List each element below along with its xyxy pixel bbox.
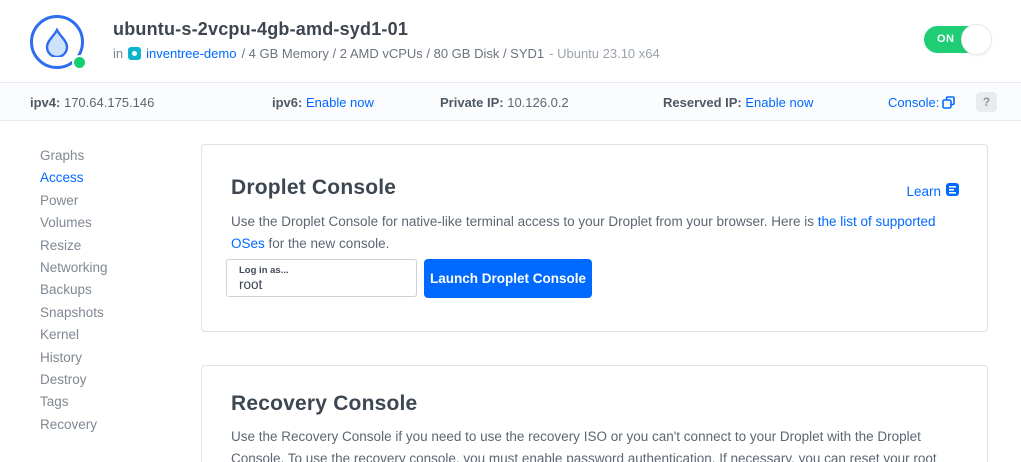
sidebar-item-graphs[interactable]: Graphs — [40, 148, 180, 170]
private-ip-value: 10.126.0.2 — [507, 95, 568, 110]
droplet-console-title: Droplet Console — [231, 176, 396, 200]
ipv4-label: ipv4: — [30, 95, 60, 110]
sidebar-item-snapshots[interactable]: Snapshots — [40, 305, 180, 327]
help-button[interactable]: ? — [976, 92, 997, 112]
sidebar-item-resize[interactable]: Resize — [40, 238, 180, 260]
login-as-input[interactable] — [239, 277, 404, 292]
open-window-icon — [942, 96, 955, 112]
ipv6-cell: ipv6: Enable now — [272, 95, 374, 110]
login-as-field-group[interactable]: Log in as... — [226, 259, 417, 297]
recovery-console-description: Use the Recovery Console if you need to … — [231, 426, 966, 462]
console-cell: Console: — [888, 95, 955, 112]
reserved-ip-enable-link[interactable]: Enable now — [745, 95, 813, 110]
droplet-console-card: Droplet Console Learn Use the Droplet Co… — [201, 144, 988, 332]
droplet-heading: ubuntu-s-2vcpu-4gb-amd-syd1-01 in invent… — [113, 19, 660, 61]
power-toggle-knob[interactable] — [961, 24, 992, 55]
power-toggle-label: ON — [937, 33, 955, 45]
droplet-avatar — [30, 15, 86, 71]
network-info-bar: ipv4: 170.64.175.146 ipv6: Enable now Pr… — [0, 82, 1021, 121]
sidebar-item-volumes[interactable]: Volumes — [40, 215, 180, 237]
learn-label: Learn — [906, 184, 941, 199]
droplet-detail-page: ubuntu-s-2vcpu-4gb-amd-syd1-01 in invent… — [0, 0, 1021, 462]
sidebar-item-destroy[interactable]: Destroy — [40, 372, 180, 394]
droplet-os: - Ubuntu 23.10 x64 — [549, 46, 660, 61]
ipv6-label: ipv6: — [272, 95, 302, 110]
recovery-console-card: Recovery Console Use the Recovery Consol… — [201, 365, 988, 462]
learn-link[interactable]: Learn — [906, 182, 960, 200]
sidebar-item-power[interactable]: Power — [40, 193, 180, 215]
launch-droplet-console-button[interactable]: Launch Droplet Console — [424, 259, 592, 298]
droplet-console-description: Use the Droplet Console for native-like … — [231, 211, 966, 255]
sidebar-item-tags[interactable]: Tags — [40, 394, 180, 416]
sidebar-item-networking[interactable]: Networking — [40, 260, 180, 282]
droplet-subtitle: in inventree-demo / 4 GB Memory / 2 AMD … — [113, 46, 660, 61]
console-launch-link[interactable]: Console: — [888, 95, 955, 110]
ipv4-cell: ipv4: 170.64.175.146 — [30, 95, 154, 110]
description-text: Use the Droplet Console for native-like … — [231, 214, 818, 229]
recovery-console-title: Recovery Console — [231, 392, 417, 416]
sidebar-item-recovery[interactable]: Recovery — [40, 417, 180, 439]
login-as-label: Log in as... — [239, 265, 404, 276]
docs-icon — [945, 182, 960, 200]
power-toggle[interactable]: ON — [924, 26, 988, 53]
project-link[interactable]: inventree-demo — [146, 46, 236, 61]
reserved-ip-cell: Reserved IP: Enable now — [663, 95, 813, 110]
reserved-ip-label: Reserved IP: — [663, 95, 742, 110]
droplet-sidebar: Graphs Access Power Volumes Resize Netwo… — [40, 148, 180, 439]
project-icon — [128, 47, 141, 60]
droplet-name: ubuntu-s-2vcpu-4gb-amd-syd1-01 — [113, 19, 660, 40]
droplet-header: ubuntu-s-2vcpu-4gb-amd-syd1-01 in invent… — [30, 13, 991, 73]
private-ip-cell: Private IP: 10.126.0.2 — [440, 95, 569, 110]
console-label: Console: — [888, 95, 939, 110]
sidebar-item-kernel[interactable]: Kernel — [40, 327, 180, 349]
in-label: in — [113, 46, 123, 61]
droplet-specs: / 4 GB Memory / 2 AMD vCPUs / 80 GB Disk… — [241, 46, 544, 61]
description-text-after: for the new console. — [265, 236, 390, 251]
sidebar-item-history[interactable]: History — [40, 350, 180, 372]
status-online-dot — [72, 55, 87, 70]
private-ip-label: Private IP: — [440, 95, 504, 110]
sidebar-item-access[interactable]: Access — [40, 170, 180, 192]
sidebar-item-backups[interactable]: Backups — [40, 282, 180, 304]
ipv4-value: 170.64.175.146 — [64, 95, 154, 110]
ipv6-enable-link[interactable]: Enable now — [306, 95, 374, 110]
